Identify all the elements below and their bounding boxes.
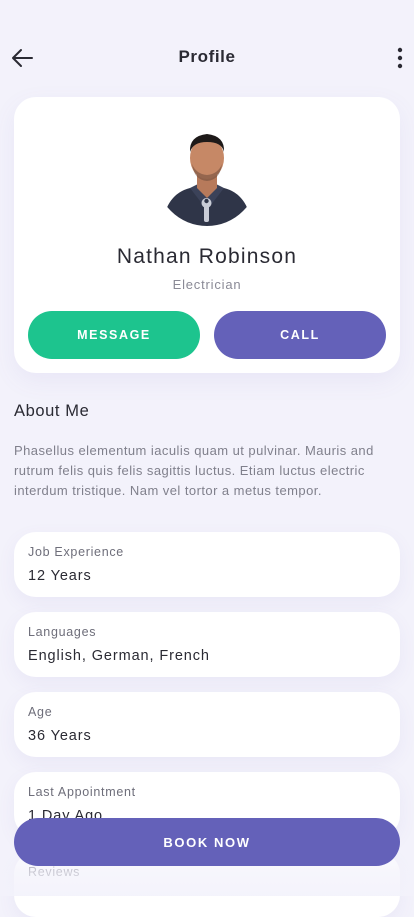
about-text: Phasellus elementum iaculis quam ut pulv… <box>14 443 374 498</box>
profile-card: Nathan Robinson Electrician MESSAGE CALL <box>14 97 400 373</box>
profile-name: Nathan Robinson <box>116 245 298 268</box>
book-now-button[interactable]: BOOK NOW <box>14 818 400 866</box>
app-header: Profile <box>0 0 414 100</box>
detail-value: English, German, French <box>28 648 210 664</box>
detail-label: Job Experience <box>28 545 124 559</box>
message-button[interactable]: MESSAGE <box>28 311 200 359</box>
about-heading: About Me <box>14 402 90 420</box>
more-options-button[interactable] <box>392 44 408 72</box>
detail-label: Last Appointment <box>28 785 136 799</box>
detail-card-age: Age 36 Years <box>14 692 400 757</box>
detail-label: Age <box>28 705 53 719</box>
profile-role: Electrician <box>172 277 242 292</box>
detail-card-job-experience: Job Experience 12 Years <box>14 532 400 597</box>
detail-label: Reviews <box>28 865 81 879</box>
detail-value: 12 Years <box>28 568 92 584</box>
more-vertical-icon <box>397 47 403 69</box>
call-button[interactable]: CALL <box>214 311 386 359</box>
detail-value: 36 Years <box>28 728 92 744</box>
detail-card-languages: Languages English, German, French <box>14 612 400 677</box>
avatar <box>156 124 258 226</box>
detail-label: Languages <box>28 625 97 639</box>
page-title: Profile <box>178 47 236 66</box>
